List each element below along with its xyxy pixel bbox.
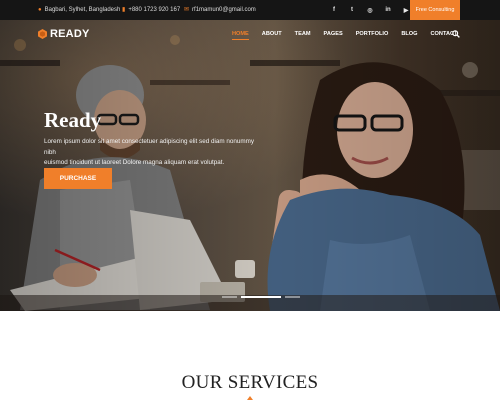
phone-info[interactable]: ▮ +880 1723 920 167	[122, 0, 180, 20]
email-text[interactable]: rf1mamun0@gmail.com	[192, 7, 256, 13]
nav-item-about[interactable]: ABOUT	[262, 31, 282, 37]
email-info[interactable]: ✉ rf1mamun0@gmail.com	[184, 0, 256, 20]
top-bar: ● Bagbari, Sylhet, Bangladesh ▮ +880 172…	[0, 0, 500, 20]
logo-text: READY	[50, 28, 90, 40]
nav-menu: HOME ABOUT TEAM PAGES PORTFOLIO BLOG CON…	[232, 31, 470, 40]
envelope-icon: ✉	[184, 7, 190, 13]
heading-accent-icon	[247, 396, 253, 400]
services-heading: OUR SERVICES	[181, 372, 319, 393]
nav-item-team[interactable]: TEAM	[295, 31, 311, 37]
hero-title: Ready	[44, 108, 102, 132]
main-navigation: READY HOME ABOUT TEAM PAGES PORTFOLIO BL…	[0, 20, 500, 50]
hero-description: Lorem ipsum dolor sit amet consectetuer …	[44, 137, 264, 169]
purchase-button[interactable]: PURCHASE	[44, 168, 112, 189]
linkedin-icon[interactable]: in	[384, 7, 392, 13]
slider-dot-3[interactable]	[285, 296, 300, 298]
nav-item-pages[interactable]: PAGES	[324, 31, 343, 37]
nav-item-home[interactable]: HOME	[232, 31, 249, 40]
twitter-icon[interactable]: t	[348, 7, 356, 13]
instagram-icon[interactable]: ◎	[366, 7, 374, 14]
hexagon-logo-icon	[38, 29, 47, 39]
facebook-icon[interactable]: f	[330, 7, 338, 13]
site-logo[interactable]: READY	[38, 28, 90, 40]
phone-text[interactable]: +880 1723 920 167	[128, 7, 180, 13]
hero-description-line-1: Lorem ipsum dolor sit amet consectetuer …	[44, 138, 254, 156]
search-icon[interactable]	[452, 30, 460, 38]
slider-pagination	[222, 296, 300, 298]
hero-description-line-2: euismod tincidunt ut laoreet Dolore magn…	[44, 159, 225, 166]
nav-item-portfolio[interactable]: PORTFOLIO	[356, 31, 389, 37]
youtube-icon[interactable]: ▶	[402, 7, 410, 14]
address-info: ● Bagbari, Sylhet, Bangladesh	[38, 0, 120, 20]
free-consulting-button[interactable]: Free Consulting	[410, 0, 460, 20]
slider-dot-2[interactable]	[241, 296, 281, 298]
nav-item-blog[interactable]: BLOG	[401, 31, 417, 37]
phone-icon: ▮	[122, 7, 126, 13]
slider-dot-1[interactable]	[222, 296, 237, 298]
location-pin-icon: ●	[38, 7, 42, 13]
social-links: f t ◎ in ▶	[330, 0, 410, 20]
address-text: Bagbari, Sylhet, Bangladesh	[44, 7, 121, 13]
